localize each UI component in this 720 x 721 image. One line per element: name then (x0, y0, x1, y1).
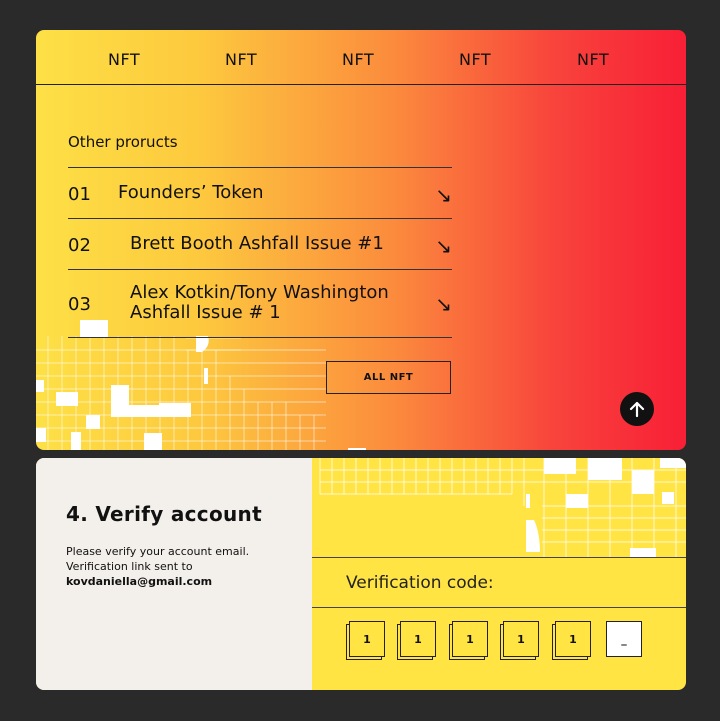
verification-code-label: Verification code: (346, 573, 494, 593)
verify-title: 4. Verify account (66, 502, 262, 526)
arrow-down-right-icon: ↘ (435, 183, 452, 207)
other-products-heading: Other proructs (68, 133, 178, 151)
product-name: Brett Booth Ashfall Issue #1 (130, 233, 384, 254)
product-name-line-2: Ashfall Issue # 1 (130, 302, 281, 323)
arrow-up-icon (629, 401, 645, 418)
all-nft-button[interactable]: ALL NFT (326, 361, 451, 394)
product-list: 01 Founders’ Token ↘ 02 Brett Booth Ashf… (68, 167, 452, 338)
verify-email: kovdaniella@gmail.com (66, 575, 213, 588)
code-digit-input-2[interactable]: 1 (400, 621, 436, 657)
product-number: 01 (68, 184, 91, 205)
product-name: Founders’ Token (118, 182, 264, 203)
code-digit-input-5[interactable]: 1 (555, 621, 591, 657)
product-row-3[interactable]: 03 Alex Kotkin/Tony Washington Ashfall I… (68, 269, 452, 338)
code-digit-input-1[interactable]: 1 (349, 621, 385, 657)
arrow-down-right-icon: ↘ (435, 234, 452, 258)
nav-item-nft-4[interactable]: NFT (459, 50, 491, 69)
nft-products-card: NFT NFT NFT NFT NFT Other proructs 01 Fo… (36, 30, 686, 450)
top-nav: NFT NFT NFT NFT NFT (36, 30, 686, 85)
code-digit-input-6[interactable]: _ (606, 621, 642, 657)
nav-item-nft-3[interactable]: NFT (342, 50, 374, 69)
verify-text-line-2: Verification link sent to (66, 560, 193, 573)
code-digit-input-3[interactable]: 1 (452, 621, 488, 657)
verify-text-line-1: Please verify your account email. (66, 545, 250, 558)
arrow-down-right-icon: ↘ (435, 292, 452, 316)
verify-account-card: 4. Verify account Please verify your acc… (36, 458, 686, 690)
product-number: 02 (68, 235, 91, 256)
code-digit-input-4[interactable]: 1 (503, 621, 539, 657)
scroll-to-top-button[interactable] (620, 392, 654, 426)
product-row-2[interactable]: 02 Brett Booth Ashfall Issue #1 ↘ (68, 218, 452, 269)
nav-item-nft-1[interactable]: NFT (108, 50, 140, 69)
pixel-pattern-graphic (319, 458, 686, 558)
product-number: 03 (68, 294, 91, 315)
product-row-1[interactable]: 01 Founders’ Token ↘ (68, 167, 452, 218)
product-name-line-1: Alex Kotkin/Tony Washington (130, 282, 389, 303)
nav-item-nft-2[interactable]: NFT (225, 50, 257, 69)
nav-item-nft-5[interactable]: NFT (577, 50, 609, 69)
verify-description: Please verify your account email. Verifi… (66, 544, 296, 589)
verify-info-panel: 4. Verify account Please verify your acc… (36, 458, 312, 690)
divider (312, 607, 686, 608)
divider (312, 557, 686, 558)
